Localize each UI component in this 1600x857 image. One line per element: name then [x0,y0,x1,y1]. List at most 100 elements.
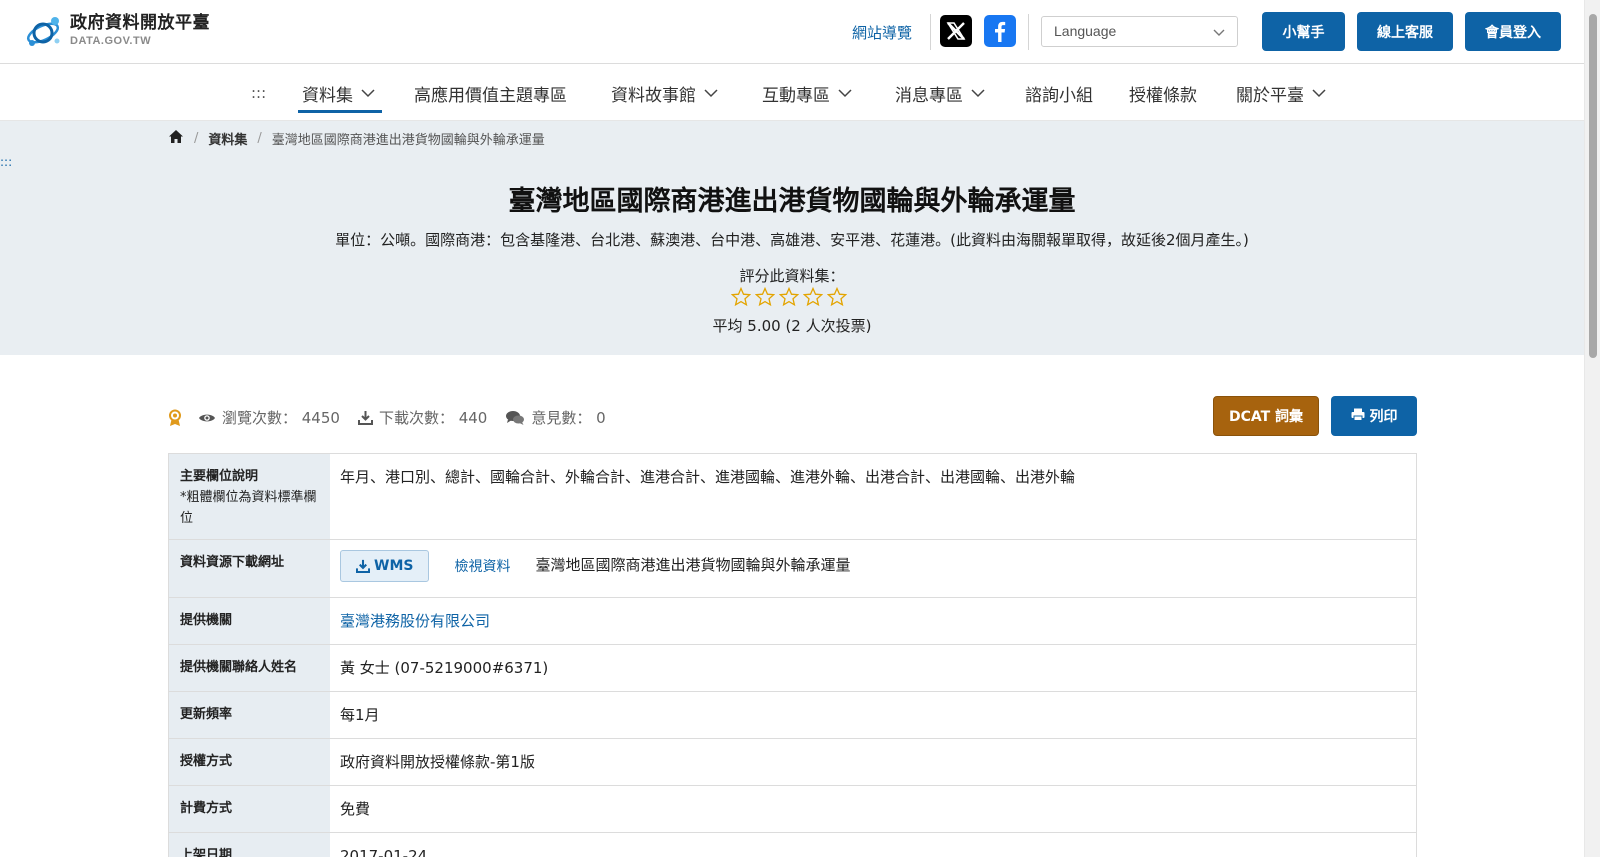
table-row: 提供機關聯絡人姓名 黃 女士 (07-5219000#6371) [169,645,1416,692]
table-row: 提供機關 臺灣港務股份有限公司 [169,598,1416,645]
breadcrumb-separator: / [257,131,262,146]
wms-download-button[interactable]: WMS [340,550,430,582]
member-login-button[interactable]: 會員登入 [1465,12,1561,51]
download-icon [356,559,370,573]
main-navigation: ::: 資料集 高應用價值主題專區 資料故事館 互動專區 消息專區 諮詢小組 授… [0,64,1584,121]
contact-label: 提供機關聯絡人姓名 [169,645,330,691]
dcat-vocabulary-button[interactable]: DCAT 詞彙 [1213,396,1319,436]
row-label: 主要欄位說明 *粗體欄位為資料標準欄位 [169,454,330,539]
chevron-down-icon [1213,25,1225,41]
logo-subtitle: DATA.GOV.TW [70,35,152,47]
star-icon[interactable] [802,286,827,309]
site-logo[interactable]: 政府資料開放平臺 DATA.GOV.TW [24,12,210,50]
printer-icon [1351,408,1370,425]
nav-item-high-value-topics[interactable]: 高應用價值主題專區 [414,81,567,106]
nav-item-data-stories[interactable]: 資料故事館 [611,81,718,106]
side-accesskey[interactable]: ::: [0,155,12,169]
license-label: 授權方式 [169,739,330,785]
logo-title: 政府資料開放平臺 [70,13,210,33]
divider [1028,14,1029,50]
page-title: 臺灣地區國際商港進出港貨物國輪與外輪承運量 [508,186,1076,217]
star-icon[interactable] [826,286,851,309]
nav-item-news[interactable]: 消息專區 [895,81,985,106]
nav-accesskey[interactable]: ::: [251,81,266,105]
comments-icon [505,410,525,426]
nav-item-label: 高應用價值主題專區 [414,85,567,106]
fee-label: 計費方式 [169,786,330,832]
resource-value: WMS 檢視資料 臺灣地區國際商港進出港貨物國輪與外輪承運量 [330,540,1416,597]
frequency-value: 每1月 [340,706,380,724]
view-data-link[interactable]: 檢視資料 [454,556,510,578]
provider-link[interactable]: 臺灣港務股份有限公司 [340,610,490,632]
star-icon[interactable] [754,286,779,309]
scrollbar-thumb[interactable] [1589,14,1597,358]
download-count-text: 下載次數： 440 [378,409,488,427]
provider-label: 提供機關 [169,598,330,644]
print-button[interactable]: 列印 [1331,396,1417,436]
nav-item-label: 互動專區 [762,85,830,106]
table-row: 授權方式 政府資料開放授權條款-第1版 [169,739,1416,786]
breadcrumb-datasets[interactable]: 資料集 [208,129,247,148]
comment-count: 意見數： 0 [505,407,606,428]
star-icon[interactable] [730,286,755,309]
online-service-button[interactable]: 線上客服 [1357,12,1453,51]
published-value: 2017-01-24 [340,847,428,857]
nav-item-about[interactable]: 關於平臺 [1236,81,1326,106]
nav-item-interactive[interactable]: 互動專區 [762,81,852,106]
star-icon[interactable] [778,286,803,309]
chevron-down-icon [361,83,375,103]
fields-note: *粗體欄位為資料標準欄位 [180,490,317,526]
print-button-label: 列印 [1369,409,1398,425]
table-row: 上架日期 2017-01-24 [169,833,1416,857]
rating-average: 平均 5.00 (2 人次投票) [712,317,872,335]
dataset-stats: 瀏覽次數： 4450 下載次數： 440 意見數： 0 [168,407,624,428]
chevron-down-icon [838,83,852,103]
nav-item-label: 關於平臺 [1236,85,1304,106]
chevron-down-icon [704,83,718,103]
comment-count-text: 意見數： 0 [531,409,606,427]
resource-name: 臺灣地區國際商港進出港貨物國輪與外輪承運量 [535,556,851,574]
view-count: 瀏覽次數： 4450 [198,407,340,428]
language-select[interactable]: Language [1041,16,1238,47]
logo-icon [24,12,64,50]
contact-value: 黃 女士 (07-5219000#6371) [340,659,549,677]
rating-stars[interactable] [730,286,851,309]
x-twitter-icon[interactable] [940,15,972,47]
wms-download-label: WMS [374,558,414,574]
fee-value: 免費 [340,800,371,818]
facebook-icon[interactable] [984,15,1016,47]
table-row: 資料資源下載網址 WMS 檢視資料 臺灣地區國際商港進出港貨物國輪與外輪承運量 [169,540,1416,598]
sitemap-link[interactable]: 網站導覽 [852,22,912,43]
helper-button[interactable]: 小幫手 [1262,12,1345,51]
download-icon [357,410,373,425]
chevron-down-icon [971,83,985,103]
dataset-description: 單位：公噸。國際商港：包含基隆港、台北港、蘇澳港、台中港、高雄港、安平港、花蓮港… [335,231,1249,249]
download-count: 下載次數： 440 [357,407,488,428]
view-count-text: 瀏覽次數： 4450 [222,409,340,427]
dataset-hero: / 資料集 / 臺灣地區國際商港進出港貨物國輪與外輪承運量 ::: 臺灣地區國際… [0,121,1584,355]
top-header: 政府資料開放平臺 DATA.GOV.TW 網站導覽 Language 小幫手 線… [0,0,1584,64]
table-row: 主要欄位說明 *粗體欄位為資料標準欄位 年月、港口別、總計、國輪合計、外輪合計、… [169,454,1416,540]
fields-label: 主要欄位說明 [180,469,259,484]
license-value: 政府資料開放授權條款-第1版 [340,753,535,771]
breadcrumb: / 資料集 / 臺灣地區國際商港進出港貨物國輪與外輪承運量 [168,129,545,148]
breadcrumb-current: 臺灣地區國際商港進出港貨物國輪與外輪承運量 [271,133,545,148]
nav-item-label: 消息專區 [895,85,963,106]
resource-label: 資料資源下載網址 [169,540,330,597]
nav-item-label: 資料故事館 [611,85,696,106]
nav-item-license-terms[interactable]: 授權條款 [1129,81,1197,106]
rating-label: 評分此資料集： [739,267,845,285]
table-row: 計費方式 免費 [169,786,1416,833]
eye-icon [198,412,216,424]
breadcrumb-separator: / [194,131,199,146]
home-icon[interactable] [168,129,184,148]
nav-item-label: 授權條款 [1129,85,1197,106]
language-select-value: Language [1054,23,1117,39]
nav-item-label: 諮詢小組 [1025,85,1093,106]
badge-icon [168,409,182,427]
divider [930,14,931,50]
frequency-label: 更新頻率 [169,692,330,738]
nav-item-advisory-group[interactable]: 諮詢小組 [1025,81,1093,106]
page-scrollbar[interactable] [1584,0,1600,857]
nav-item-datasets[interactable]: 資料集 [302,81,375,106]
